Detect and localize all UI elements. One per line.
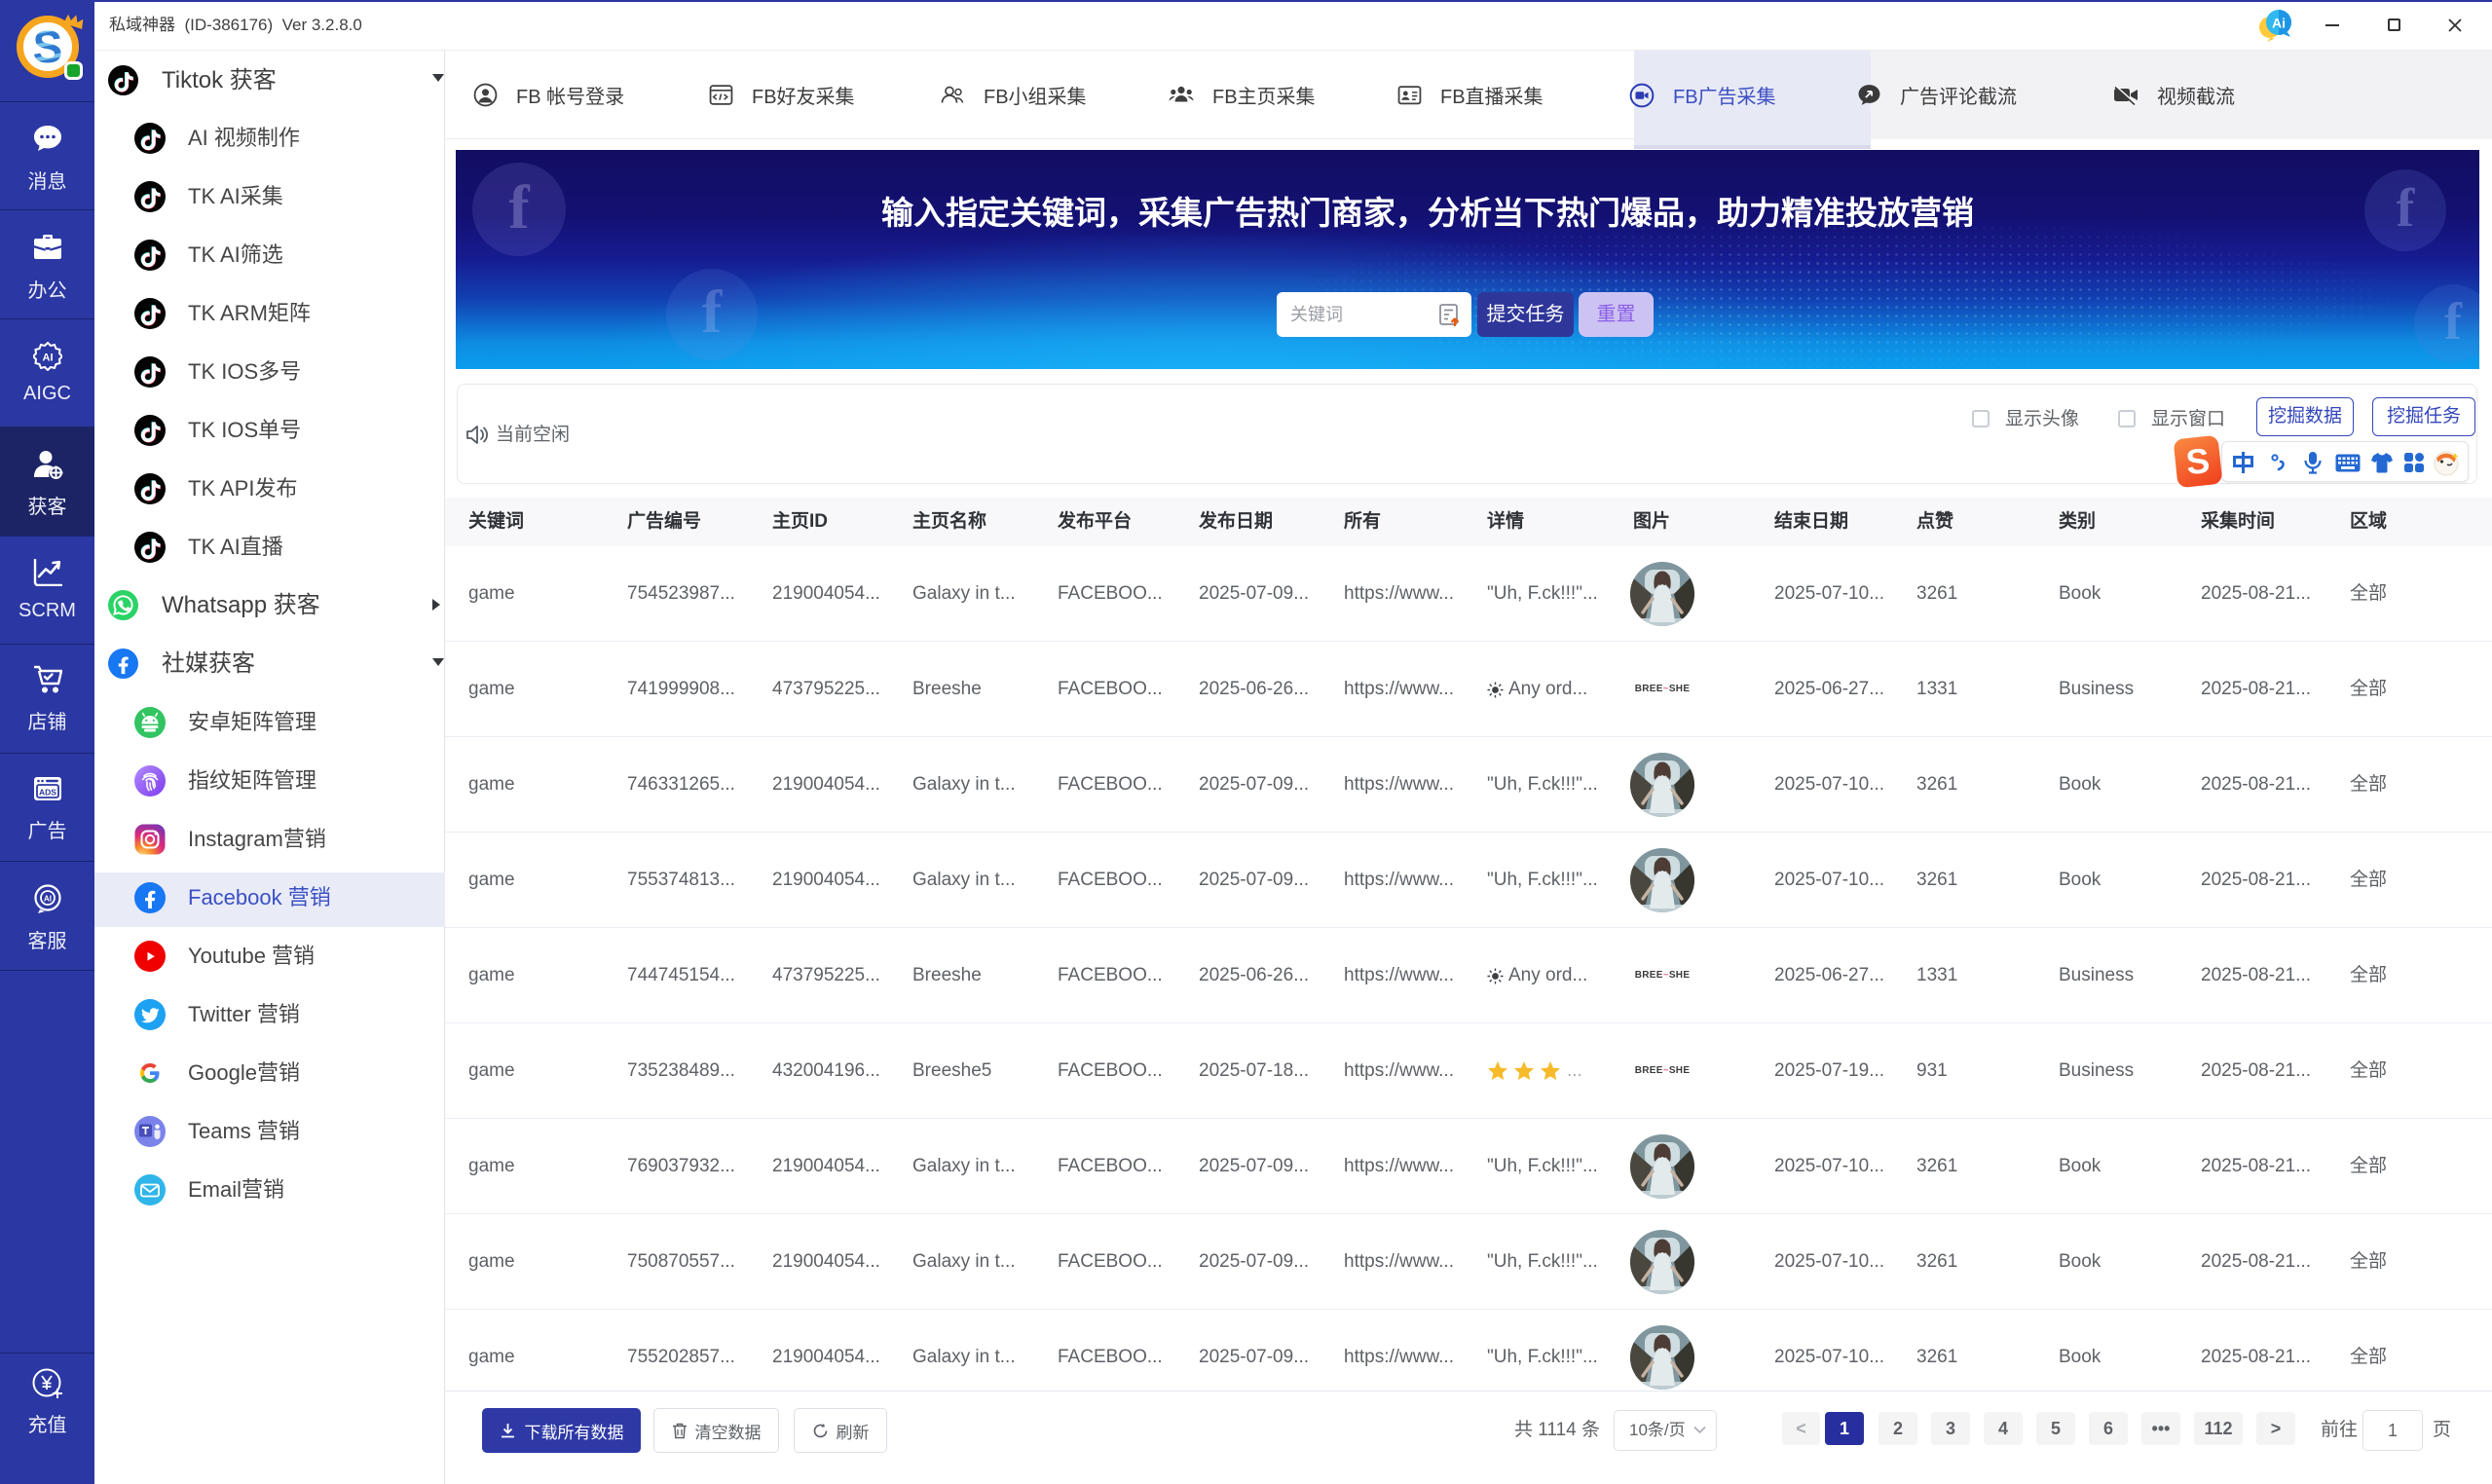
svg-text:AI: AI xyxy=(44,895,52,904)
svg-text:Ai: Ai xyxy=(2272,16,2286,31)
svg-text:ADS: ADS xyxy=(39,788,56,798)
svg-text:AI: AI xyxy=(42,352,53,364)
